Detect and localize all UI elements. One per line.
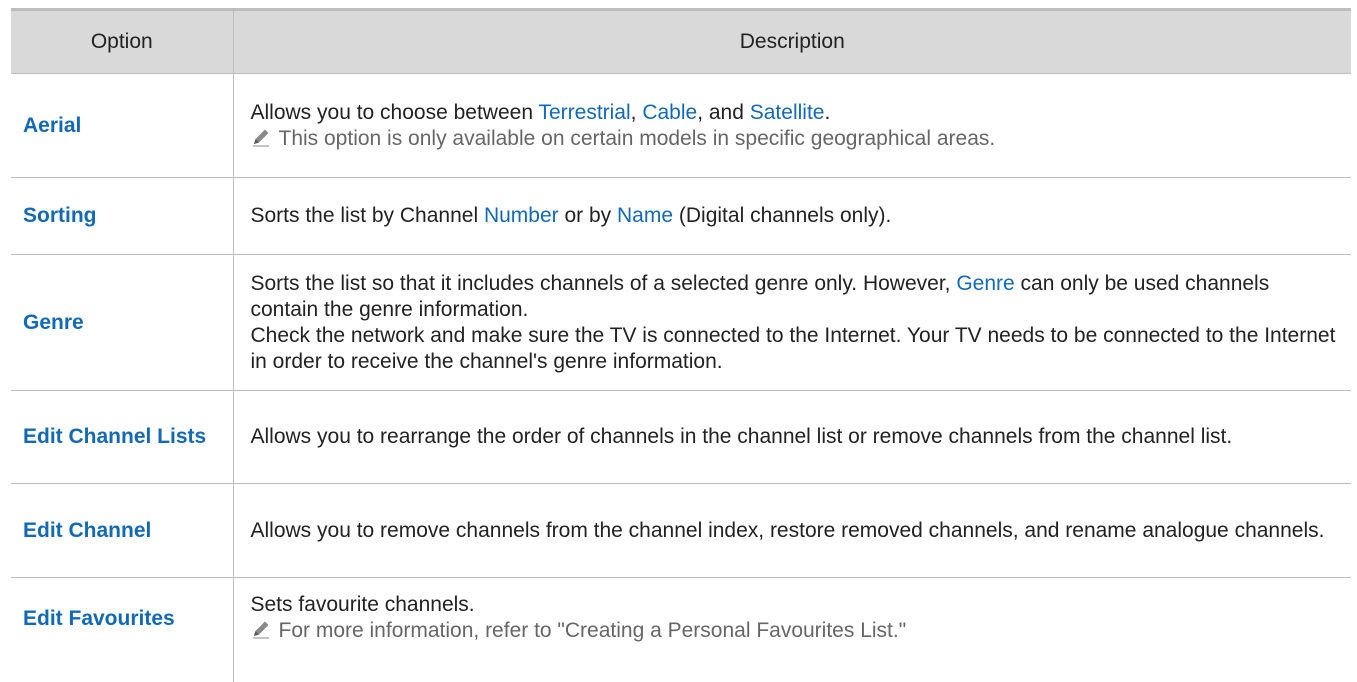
text-segment: or by — [558, 204, 618, 227]
table-row-sorting: Sorting Sorts the list by Channel Number… — [11, 177, 1351, 255]
description-sorting: Sorts the list by Channel Number or by N… — [233, 177, 1351, 255]
table-header-row: Option Description — [11, 8, 1351, 74]
note-line: For more information, refer to "Creating… — [251, 618, 1340, 644]
description-text-2: Check the network and make sure the TV i… — [250, 323, 1336, 373]
description-text: Allows you to choose between Terrestrial… — [251, 100, 1340, 126]
text-segment: (Digital channels only). — [673, 204, 892, 227]
table-row-edit-channel-lists: Edit Channel Lists Allows you to rearran… — [11, 390, 1351, 484]
option-genre[interactable]: Genre — [11, 254, 234, 391]
table-row-edit-favourites: Edit Favourites Sets favourite channels.… — [11, 577, 1351, 682]
pencil-icon — [252, 129, 269, 146]
options-table: Option Description Aerial Allows you to … — [11, 8, 1351, 682]
keyword-number: Number — [483, 204, 559, 227]
description-text: Sets favourite channels. — [250, 593, 475, 616]
option-edit-channel-lists[interactable]: Edit Channel Lists — [11, 390, 234, 484]
keyword-satellite: Satellite — [749, 100, 825, 124]
option-edit-favourites[interactable]: Edit Favourites — [11, 577, 234, 682]
description-column-header: Description — [233, 8, 1351, 74]
note-text: For more information, refer to "Creating… — [278, 619, 907, 642]
keyword-cable: Cable — [642, 100, 698, 124]
option-edit-channel[interactable]: Edit Channel — [11, 483, 234, 578]
text-segment: . — [824, 100, 831, 124]
text-segment: Sorts the list so that it includes chann… — [250, 271, 957, 295]
page: Option Description Aerial Allows you to … — [0, 0, 1357, 682]
note-text: This option is only available on certain… — [278, 126, 996, 150]
keyword-genre: Genre — [956, 271, 1015, 295]
table-row-edit-channel: Edit Channel Allows you to remove channe… — [11, 483, 1351, 578]
text-segment: , — [630, 100, 643, 124]
description-text: Sorts the list so that it includes chann… — [251, 271, 1340, 323]
description-genre: Sorts the list so that it includes chann… — [233, 254, 1351, 391]
description-aerial: Allows you to choose between Terrestrial… — [233, 73, 1351, 178]
table-row-genre: Genre Sorts the list so that it includes… — [11, 254, 1351, 391]
description-edit-favourites: Sets favourite channels. For more inform… — [233, 578, 1351, 682]
option-column-header: Option — [11, 8, 234, 74]
text-segment: , and — [697, 100, 750, 124]
description-edit-channel-lists: Allows you to rearrange the order of cha… — [233, 390, 1351, 484]
keyword-name: Name — [617, 204, 674, 227]
option-aerial[interactable]: Aerial — [11, 73, 234, 178]
text-segment: Sorts the list by Channel — [250, 204, 484, 227]
description-edit-channel: Allows you to remove channels from the c… — [233, 483, 1351, 578]
note-line: This option is only available on certain… — [251, 126, 1340, 152]
text-segment: Allows you to choose between — [250, 100, 539, 124]
option-sorting[interactable]: Sorting — [11, 177, 234, 255]
description-text: Sorts the list by Channel Number or by N… — [251, 203, 1340, 229]
table-row-aerial: Aerial Allows you to choose between Terr… — [11, 73, 1351, 178]
keyword-terrestrial: Terrestrial — [538, 100, 631, 124]
pencil-icon — [252, 621, 269, 639]
